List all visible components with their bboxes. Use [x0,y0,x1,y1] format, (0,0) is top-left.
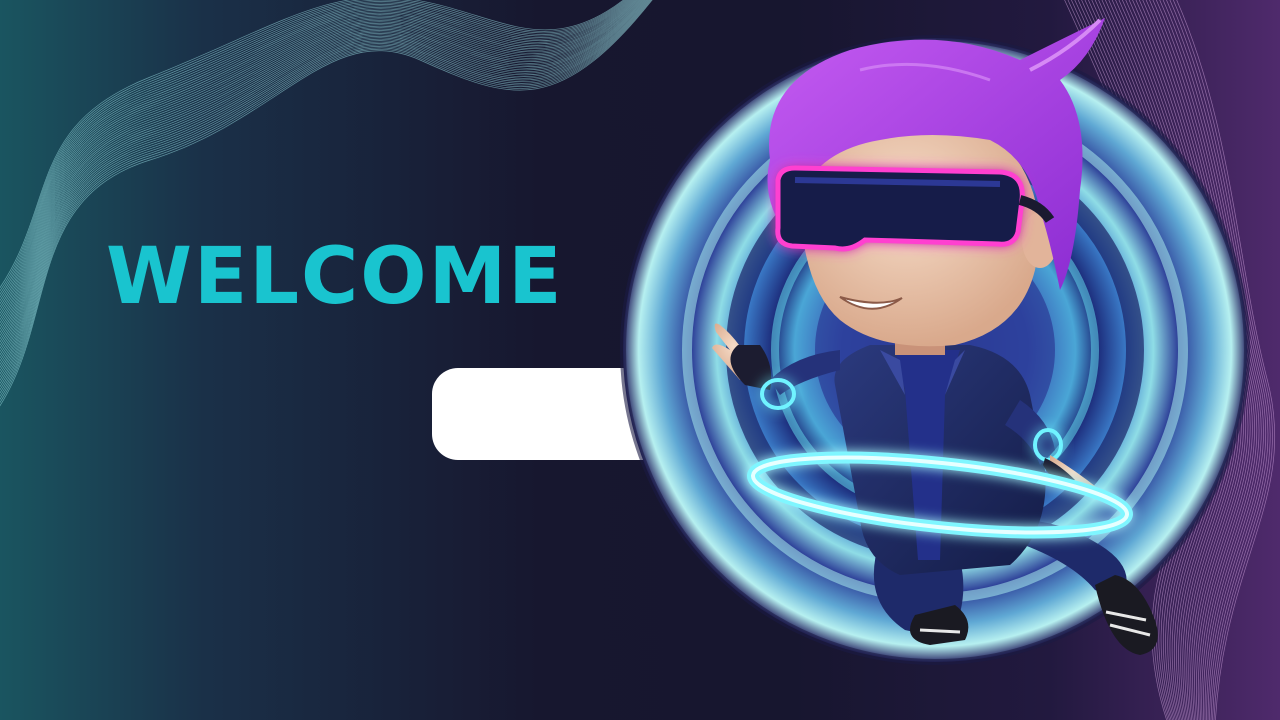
slide-canvas: WELCOME [0,0,1280,720]
vr-headset-icon [775,165,1055,252]
character-illustration [620,18,1250,665]
